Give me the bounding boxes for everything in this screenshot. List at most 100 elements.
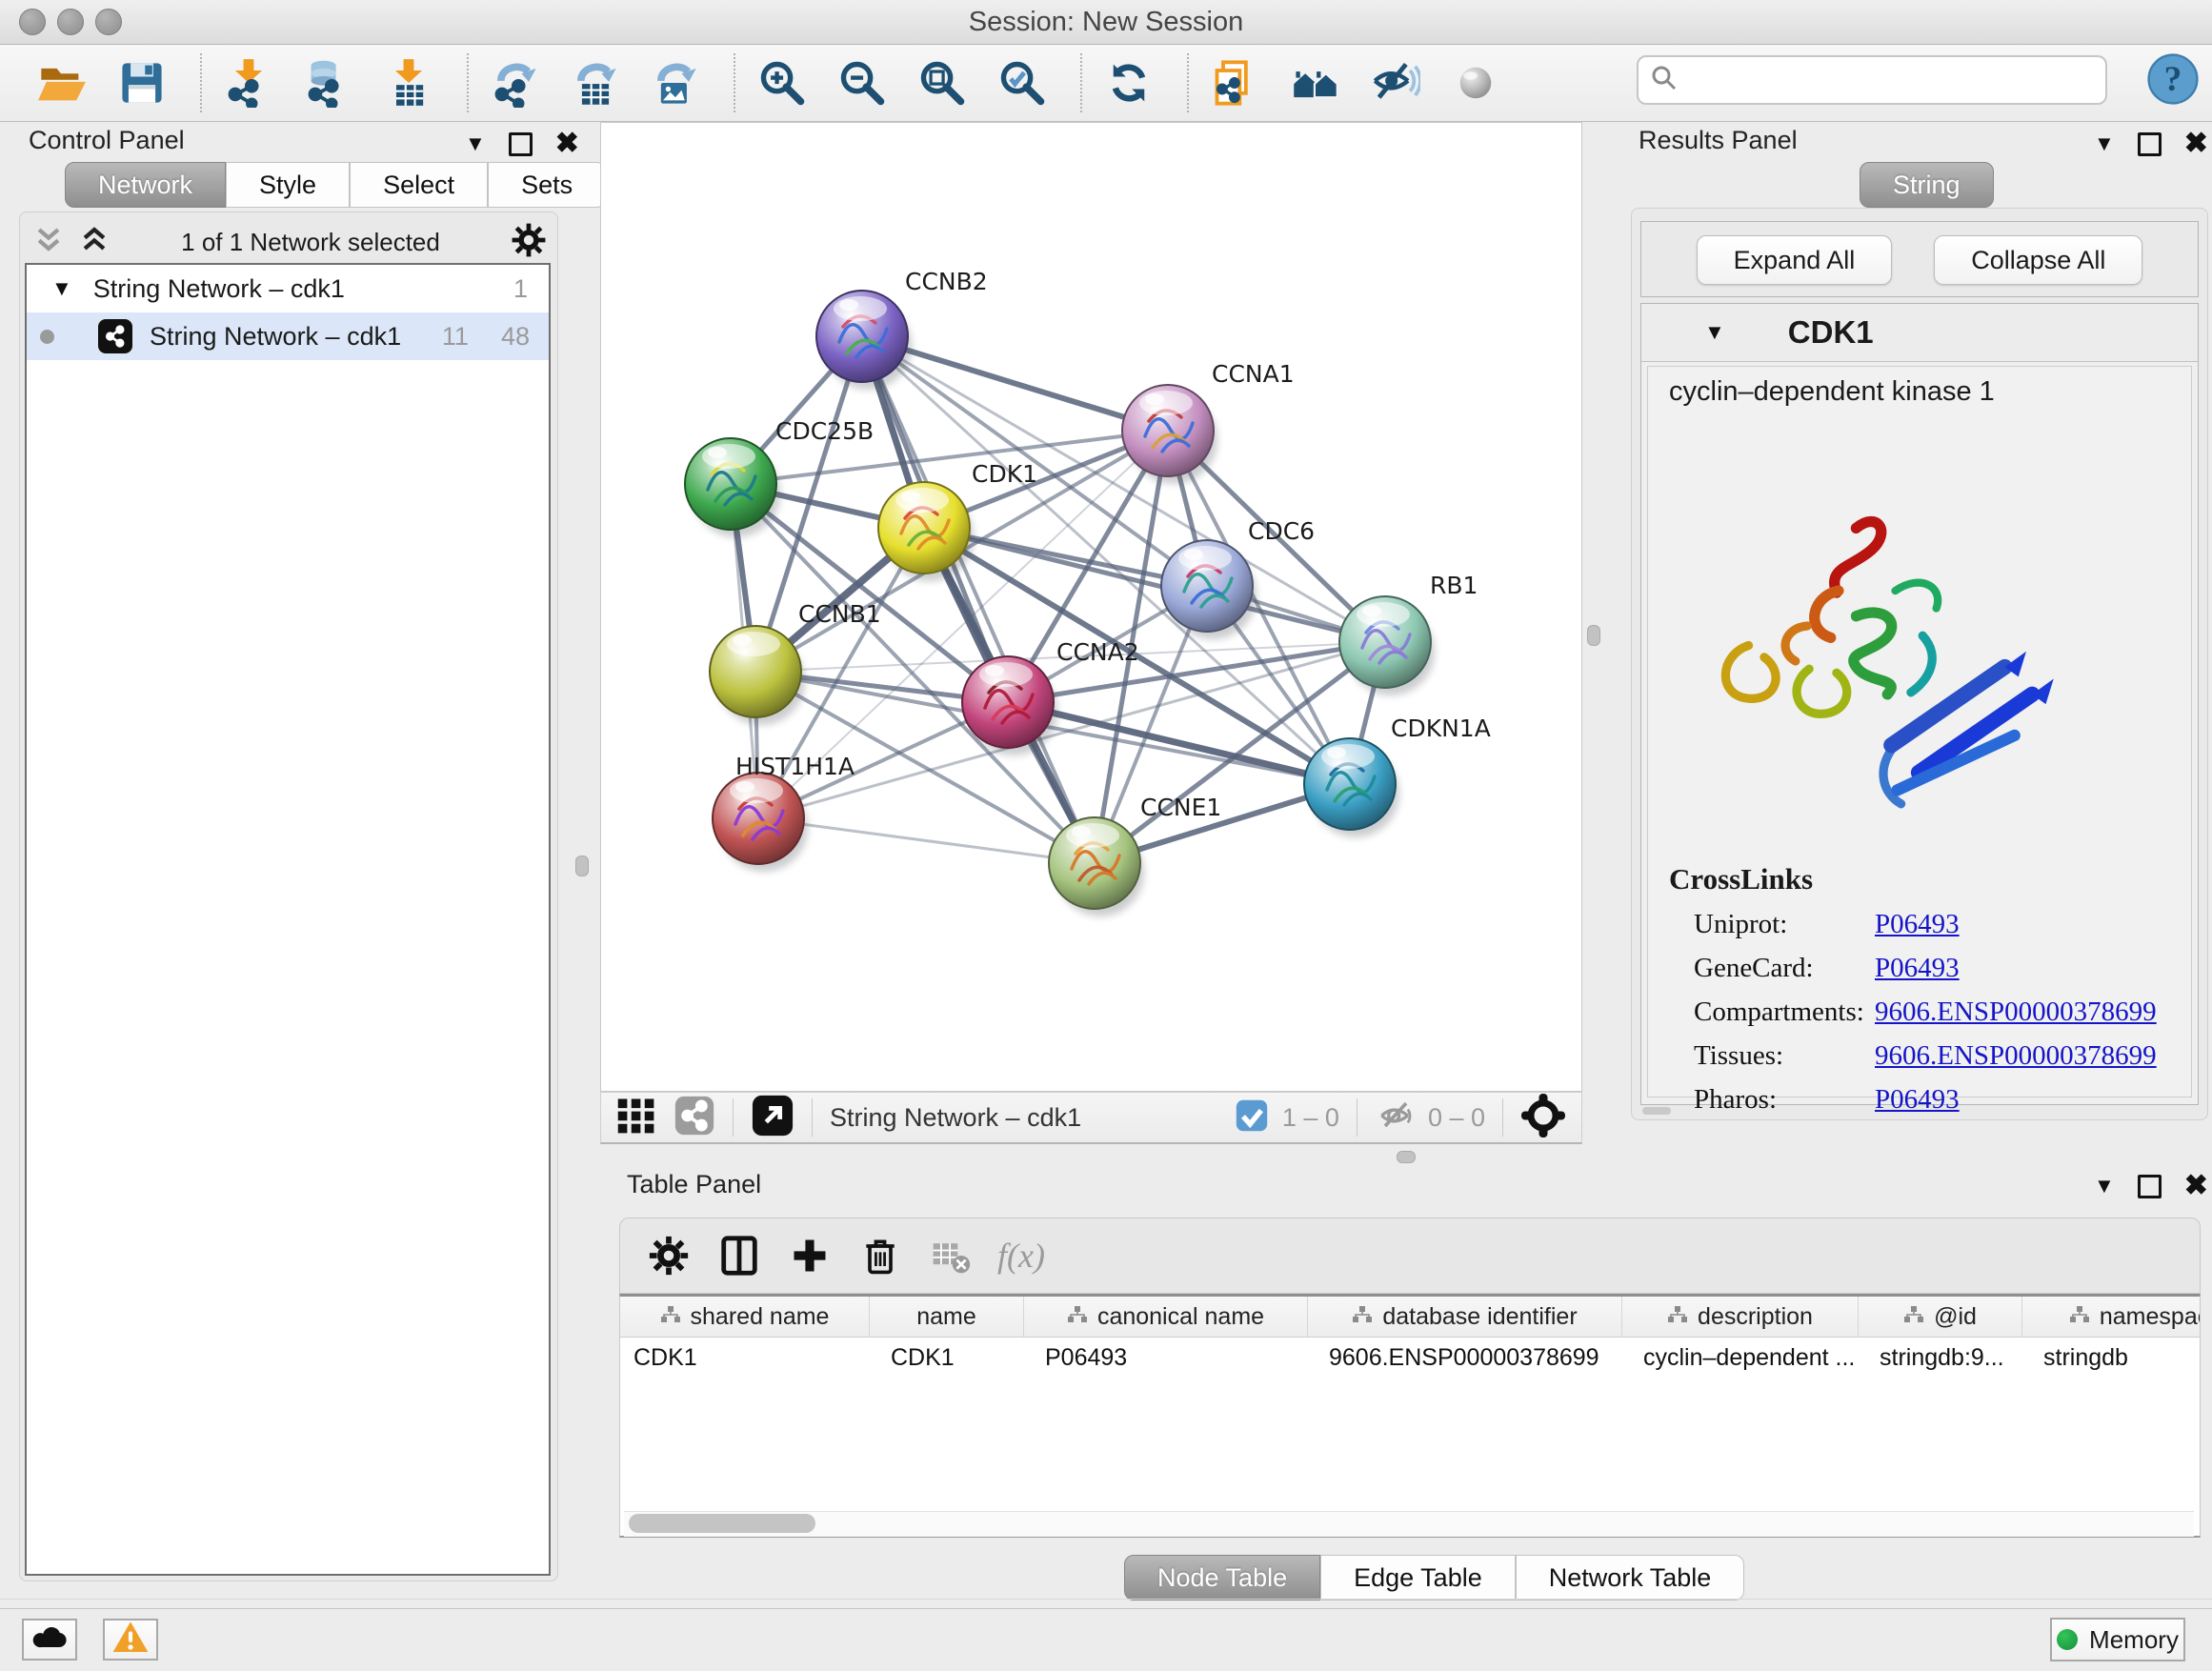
gene-expand-icon[interactable]: ▼ [1704,322,1725,343]
edge-CDK1-RB1[interactable] [924,528,1385,642]
edge-CCNB2-CCNE1[interactable] [862,336,1095,863]
tab-sets[interactable]: Sets [488,162,606,208]
zoom-selected-icon[interactable] [996,57,1048,109]
tab-node-table[interactable]: Node Table [1124,1555,1320,1601]
warnings-button[interactable] [103,1619,158,1661]
export-network-icon[interactable] [490,57,541,109]
node-CCNA1[interactable]: CCNA1 [1122,360,1295,484]
selected-checkbox-icon[interactable] [1235,1098,1269,1137]
add-column-icon[interactable] [782,1228,837,1283]
results-panel-title: Results Panel [1639,126,1798,155]
houses-icon[interactable] [1290,57,1341,109]
zoom-fit-icon[interactable] [916,57,968,109]
import-network-icon[interactable] [223,57,274,109]
grid-view-icon[interactable] [616,1096,656,1140]
import-database-icon[interactable] [303,57,354,109]
node-CCNB2[interactable]: CCNB2 [816,268,988,390]
share-view-icon[interactable] [674,1095,715,1141]
node-CCNE1[interactable]: CCNE1 [1049,794,1221,916]
tab-edge-table[interactable]: Edge Table [1320,1555,1516,1601]
table-cell: CDK1 [870,1338,1024,1378]
node-CDKN1A[interactable]: CDKN1A [1304,715,1491,837]
search-input[interactable] [1688,65,2105,96]
zoom-in-icon[interactable] [756,57,808,109]
expand-all-button[interactable]: Expand All [1697,235,1893,285]
horizontal-divider-handle[interactable] [1397,1151,1416,1163]
collapse-all-networks-icon[interactable] [78,223,111,261]
shared-column-icon [1667,1303,1688,1331]
results-panel-tabs: String [1860,162,1994,208]
crosslink-label: Pharos: [1694,1084,1875,1116]
table-toolbar: f(x) [619,1218,2201,1294]
node-RB1[interactable]: RB1 [1339,572,1478,695]
column-header-canonical-name[interactable]: canonical name [1024,1297,1308,1337]
import-table-icon[interactable] [383,57,434,109]
collapse-all-button[interactable]: Collapse All [1934,235,2142,285]
export-image-icon[interactable] [650,57,701,109]
crosslink-row: Pharos:P06493 [1694,1077,2189,1121]
close-panel-icon[interactable]: ✖ [555,130,579,158]
help-icon[interactable]: ? [2145,51,2201,107]
node-HIST1H1A[interactable]: HIST1H1A [713,753,855,872]
column-header-@id[interactable]: @id [1859,1297,2022,1337]
column-header-database-identifier[interactable]: database identifier [1308,1297,1622,1337]
memory-label: Memory [2089,1625,2179,1655]
network-canvas[interactable]: CCNB2CCNA1CDC25BCDK1CDC6RB1CCNB1CCNA2CDK… [600,122,1582,1092]
cloud-button[interactable] [22,1619,77,1661]
close-panel-icon[interactable]: ✖ [2184,130,2208,158]
open-in-new-icon[interactable] [751,1094,794,1142]
network-collection-row[interactable]: ▼ String Network – cdk1 1 [27,265,549,312]
refresh-icon[interactable] [1103,57,1155,109]
float-panel-icon[interactable] [2138,132,2162,156]
column-header-namespace[interactable]: namespace [2022,1297,2201,1337]
toolbar-separator [1187,53,1189,112]
birdseye-view-icon[interactable] [1520,1093,1566,1143]
column-header-description[interactable]: description [1622,1297,1859,1337]
window-titlebar: Session: New Session [0,0,2212,45]
crosslink-link[interactable]: 9606.ENSP00000378699 [1875,997,2157,1028]
float-panel-icon[interactable] [2138,1175,2162,1198]
collapse-panel-icon[interactable]: ▼ [465,133,486,154]
crosslink-link[interactable]: P06493 [1875,1084,1960,1116]
expand-all-networks-icon[interactable] [32,223,65,261]
left-divider-handle[interactable] [575,856,589,876]
float-panel-icon[interactable] [509,132,533,156]
hide-eye-icon[interactable] [1370,57,1421,109]
tab-select[interactable]: Select [350,162,488,208]
results-scrollbar-thumb[interactable] [1642,1107,1671,1115]
table-hscrollbar[interactable] [624,1511,2194,1537]
table-row[interactable]: CDK1CDK1P064939606.ENSP00000378699cyclin… [620,1338,2200,1378]
network-row-selected[interactable]: String Network – cdk1 11 48 [27,312,549,360]
column-header-shared-name[interactable]: shared name [620,1297,870,1337]
tab-network-table[interactable]: Network Table [1516,1555,1745,1601]
gene-header-row[interactable]: ▼ CDK1 [1641,304,2198,362]
tab-network[interactable]: Network [65,162,226,208]
network-options-gear-icon[interactable] [511,222,547,263]
table-settings-gear-icon[interactable] [641,1228,696,1283]
zoom-out-icon[interactable] [836,57,888,109]
show-columns-icon[interactable] [712,1228,767,1283]
collapse-panel-icon[interactable]: ▼ [2094,1176,2115,1197]
tab-string[interactable]: String [1860,162,1994,208]
memory-button[interactable]: Memory [2050,1618,2185,1661]
hidden-eye-icon[interactable] [1375,1095,1417,1141]
close-panel-icon[interactable]: ✖ [2184,1172,2208,1200]
open-session-icon[interactable] [36,57,88,109]
delete-column-icon[interactable] [853,1228,908,1283]
collapse-panel-icon[interactable]: ▼ [2094,133,2115,154]
document-share-icon[interactable] [1210,57,1261,109]
crosslink-link[interactable]: P06493 [1875,953,1960,984]
crosslink-link[interactable]: 9606.ENSP00000378699 [1875,1040,2157,1072]
node-CCNB1[interactable]: CCNB1 [710,600,881,725]
table-hscrollbar-thumb[interactable] [629,1514,815,1533]
edge-HIST1H1A-CCNE1[interactable] [758,818,1095,863]
gray-ball-icon[interactable] [1450,57,1501,109]
save-session-icon[interactable] [116,57,168,109]
export-table-icon[interactable] [570,57,621,109]
crosslink-row: Compartments:9606.ENSP00000378699 [1694,990,2189,1034]
tree-expand-icon[interactable]: ▼ [51,278,72,299]
crosslink-link[interactable]: P06493 [1875,909,1960,940]
right-divider-handle[interactable] [1587,625,1600,646]
tab-style[interactable]: Style [226,162,350,208]
column-header-name[interactable]: name [870,1297,1024,1337]
